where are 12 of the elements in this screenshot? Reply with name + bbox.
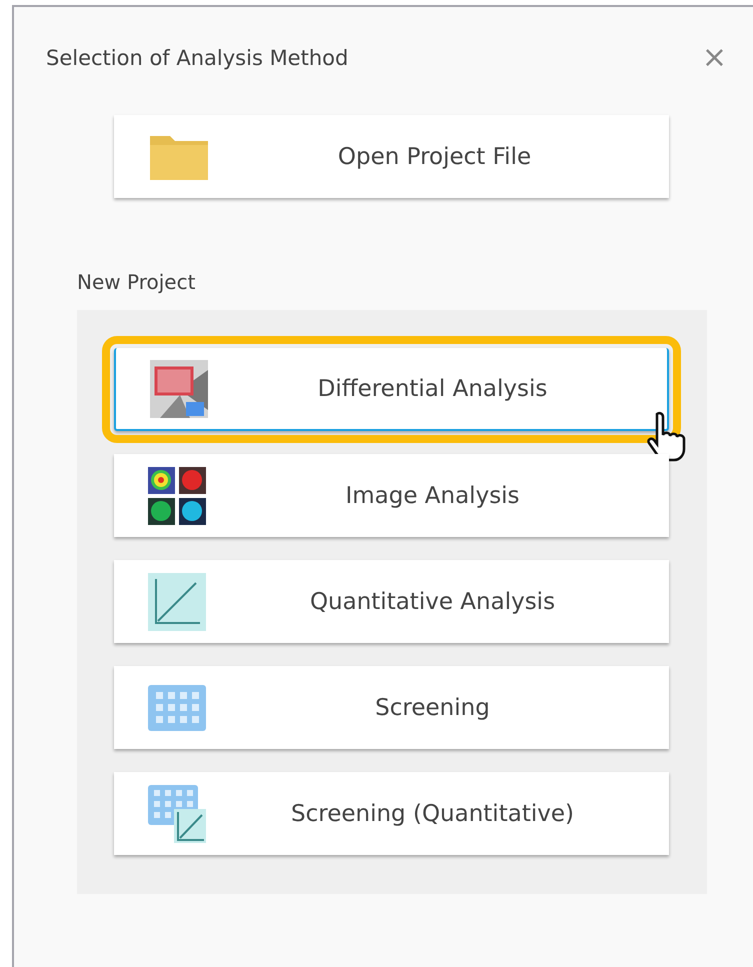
method-button[interactable]: Screening (Quantitative) — [114, 772, 669, 855]
section-heading: New Project — [77, 270, 196, 294]
method-button[interactable]: Quantitative Analysis — [114, 560, 669, 643]
well-plate-icon — [148, 684, 206, 730]
plate-chart-icon — [148, 784, 206, 842]
open-project-button[interactable]: Open Project File — [114, 115, 669, 198]
dialog-title: Selection of Analysis Method — [46, 46, 348, 70]
heatmap-grid-icon — [148, 466, 206, 524]
line-chart-icon — [148, 572, 206, 630]
method-button[interactable]: Screening — [114, 666, 669, 749]
method-button[interactable]: Image Analysis — [114, 454, 669, 537]
differential-icon — [150, 360, 208, 418]
